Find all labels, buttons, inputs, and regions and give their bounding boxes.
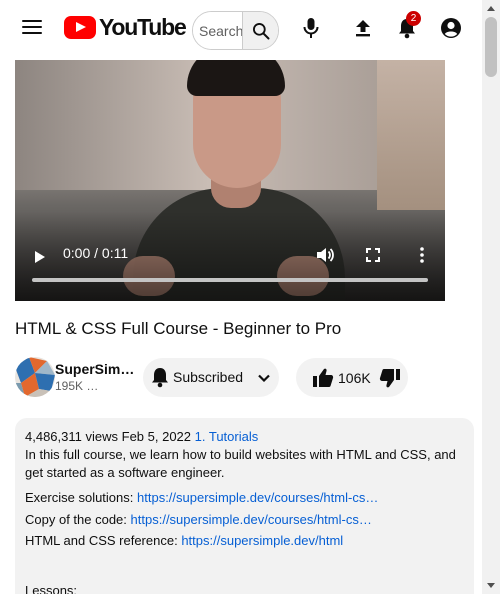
upload-date: Feb 5, 2022 xyxy=(121,429,192,444)
account-icon[interactable] xyxy=(439,16,463,40)
thumb-down-icon xyxy=(379,369,400,388)
video-controls: 0:00 / 0:11 xyxy=(15,241,445,301)
page-scrollbar[interactable] xyxy=(482,0,500,594)
search-button[interactable] xyxy=(242,12,278,49)
lessons-heading: Lessons: xyxy=(25,583,78,594)
like-dislike-group: 106K xyxy=(296,358,408,397)
notification-badge: 2 xyxy=(406,11,421,26)
channel-name[interactable]: SuperSimpleDev xyxy=(55,361,135,377)
fullscreen-icon[interactable] xyxy=(364,246,382,264)
video-frame-shelf xyxy=(377,60,445,210)
like-count: 106K xyxy=(338,370,371,386)
description-meta: 4,486,311 views Feb 5, 2022 1. Tutorials xyxy=(25,428,258,446)
description-tag-link[interactable]: 1. Tutorials xyxy=(195,429,259,444)
dislike-button[interactable] xyxy=(376,358,408,397)
like-button[interactable]: 106K xyxy=(296,358,372,397)
scrollbar-thumb[interactable] xyxy=(485,17,497,77)
search-input[interactable] xyxy=(193,12,242,49)
masthead: YouTube 2 xyxy=(0,0,482,56)
video-time: 0:00 / 0:11 xyxy=(63,245,129,261)
play-icon[interactable] xyxy=(35,251,45,263)
volume-icon[interactable] xyxy=(315,245,335,265)
subscribe-button[interactable]: Subscribed xyxy=(143,358,279,397)
subscribe-label: Subscribed xyxy=(173,369,244,385)
description-line: Copy of the code: https://supersimple.de… xyxy=(25,511,465,529)
video-progress-bar[interactable] xyxy=(32,278,428,282)
description-line-label: Copy of the code: xyxy=(25,512,127,527)
description-line-label: HTML and CSS reference: xyxy=(25,533,178,548)
description-line: Exercise solutions: https://supersimple.… xyxy=(25,489,465,507)
search-box xyxy=(192,11,279,50)
chevron-down-icon xyxy=(258,374,270,383)
search-icon xyxy=(252,22,269,39)
description-link[interactable]: https://supersimple.dev/html xyxy=(181,533,343,548)
video-frame-hair xyxy=(187,60,285,96)
video-player[interactable]: 0:00 / 0:11 xyxy=(15,60,445,301)
view-count: 4,486,311 views xyxy=(25,429,118,444)
description-box[interactable]: 4,486,311 views Feb 5, 2022 1. Tutorials… xyxy=(15,418,474,594)
scroll-down-arrow-icon[interactable] xyxy=(487,583,495,588)
more-vert-icon[interactable] xyxy=(416,246,428,264)
thumb-up-icon xyxy=(313,368,334,387)
subscriber-count: 195K subscribers xyxy=(55,379,99,393)
description-link[interactable]: https://supersimple.dev/courses/html-css… xyxy=(131,511,376,529)
youtube-play-icon xyxy=(64,15,96,39)
description-link[interactable]: https://supersimple.dev/courses/html-css… xyxy=(137,489,382,507)
bell-icon xyxy=(152,368,168,388)
menu-icon[interactable] xyxy=(20,16,44,40)
channel-avatar[interactable] xyxy=(15,357,55,397)
upload-icon[interactable] xyxy=(351,16,375,40)
description-text: In this full course, we learn how to bui… xyxy=(25,447,456,480)
page: YouTube 2 xyxy=(0,0,500,594)
scroll-up-arrow-icon[interactable] xyxy=(487,6,495,11)
youtube-logo[interactable]: YouTube xyxy=(64,13,187,40)
mic-icon[interactable] xyxy=(299,16,323,40)
logo-text: YouTube xyxy=(99,13,187,40)
video-title: HTML & CSS Full Course - Beginner to Pro xyxy=(15,319,342,338)
description-line: HTML and CSS reference: https://supersim… xyxy=(25,532,465,550)
description-line-label: Exercise solutions: xyxy=(25,490,134,505)
